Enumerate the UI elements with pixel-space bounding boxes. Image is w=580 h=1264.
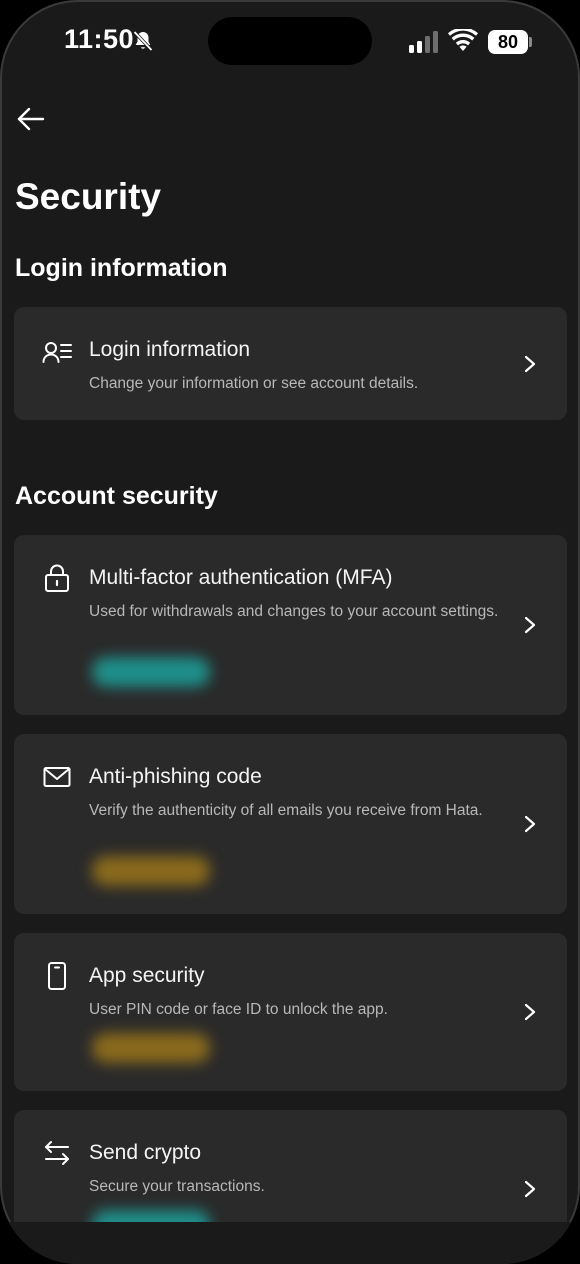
chevron-right-icon: [524, 1180, 536, 1198]
mfa-card[interactable]: Multi-factor authentication (MFA) Used f…: [14, 535, 567, 715]
battery-indicator: 80: [488, 30, 528, 54]
login-information-card[interactable]: Login information Change your informatio…: [14, 307, 567, 420]
app-security-description: User PIN code or face ID to unlock the a…: [89, 1001, 388, 1018]
dynamic-island: [208, 17, 372, 65]
login-information-description: Change your information or see account d…: [89, 375, 419, 392]
app-security-status-badge: [92, 1033, 210, 1063]
anti-phishing-card[interactable]: Anti-phishing code Verify the authentici…: [14, 734, 567, 914]
phone-icon: [48, 962, 66, 990]
chevron-right-icon: [524, 815, 536, 833]
mfa-title: Multi-factor authentication (MFA): [89, 566, 393, 589]
status-time: 11:50: [64, 24, 135, 54]
battery-tip: [529, 37, 532, 47]
mfa-description: Used for withdrawals and changes to your…: [89, 603, 499, 620]
chevron-right-icon: [524, 616, 536, 634]
mail-icon: [43, 767, 71, 787]
cellular-signal-icon: [409, 31, 438, 53]
mfa-status-badge: [92, 657, 210, 687]
section-heading-login: Login information: [15, 254, 228, 282]
send-crypto-title: Send crypto: [89, 1141, 202, 1164]
send-crypto-description: Secure your transactions.: [89, 1178, 265, 1195]
login-information-title: Login information: [89, 338, 251, 361]
page-title: Security: [15, 176, 162, 217]
swap-arrows-icon: [45, 1141, 69, 1165]
phone-screen: 11:50 80 Security Login information Logi…: [0, 0, 580, 1264]
bell-muted-icon: [133, 30, 153, 52]
bottom-safe-area: [0, 1222, 580, 1264]
chevron-right-icon: [524, 355, 536, 373]
anti-phishing-status-badge: [92, 856, 210, 886]
lock-icon: [45, 564, 69, 592]
status-bar: 11:50 80: [0, 0, 580, 84]
anti-phishing-description: Verify the authenticity of all emails yo…: [89, 802, 483, 819]
back-arrow-icon[interactable]: [14, 102, 48, 136]
section-heading-account-security: Account security: [15, 482, 218, 510]
anti-phishing-title: Anti-phishing code: [89, 765, 262, 788]
wifi-icon: [448, 29, 478, 51]
app-security-card[interactable]: App security User PIN code or face ID to…: [14, 933, 567, 1091]
app-security-title: App security: [89, 964, 205, 987]
user-list-icon: [42, 342, 72, 363]
chevron-right-icon: [524, 1003, 536, 1021]
